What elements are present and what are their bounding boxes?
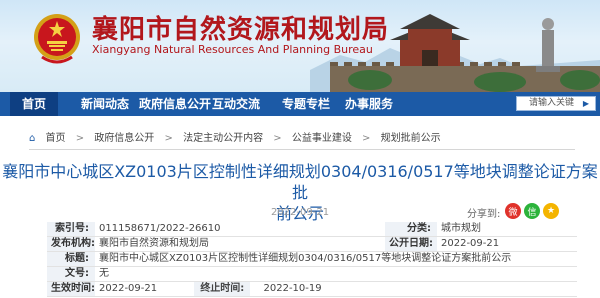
breadcrumb-separator: >: [164, 133, 173, 144]
effective-date-text: 2022-09-21: [99, 283, 158, 294]
index-label: 索引号:: [47, 222, 95, 237]
publisher-value: 襄阳市自然资源和规划局: [95, 236, 385, 252]
nav-item-info-disclosure[interactable]: 政府信息公开: [139, 92, 211, 116]
document-meta-table: 索引号: 011158671/2022-26610 分类: 城市规划 发布机构:…: [47, 222, 577, 297]
topic-label: 分类:: [385, 222, 437, 237]
doc-title-label: 标题:: [47, 251, 95, 267]
table-row: 文号: 无: [47, 266, 577, 282]
nav-item-interaction[interactable]: 互动交流: [212, 92, 260, 116]
breadcrumb-separator: >: [362, 133, 371, 144]
doc-number-label: 文号:: [47, 266, 95, 282]
expire-date-label: 终止时间:: [194, 282, 251, 296]
index-value: 011158671/2022-26610: [95, 222, 385, 237]
wechat-share-icon[interactable]: 信: [524, 203, 540, 219]
topic-value: 城市规划: [437, 222, 577, 237]
share-label: 分享到:: [467, 209, 501, 220]
publish-date-label: 公开日期:: [385, 236, 437, 252]
site-header: 襄阳市自然资源和规划局 Xiangyang Natural Resources …: [0, 0, 600, 92]
article-title-line-1: 襄阳市中心城区XZ0103片区控制性详细规划0304/0316/0517等地块调…: [2, 162, 598, 202]
search-arrow-icon[interactable]: ▶: [583, 97, 589, 110]
effective-date-label: 生效时间:: [47, 281, 95, 297]
table-row: 标题: 襄阳市中心城区XZ0103片区控制性详细规划0304/0316/0517…: [47, 251, 577, 267]
table-row: 发布机构: 襄阳市自然资源和规划局 公开日期: 2022-09-21: [47, 236, 577, 252]
nav-item-special-topics[interactable]: 专题专栏: [282, 92, 330, 116]
table-row: 生效时间: 2022-09-21 终止时间: 2022-10-19: [47, 281, 577, 297]
publisher-label: 发布机构:: [47, 236, 95, 252]
breadcrumb-separator: >: [75, 133, 85, 144]
doc-title-value: 襄阳市中心城区XZ0103片区控制性详细规划0304/0316/0517等地块调…: [95, 251, 577, 267]
nav-item-services[interactable]: 办事服务: [345, 92, 393, 116]
breadcrumb-item-info-disclosure[interactable]: 政府信息公开: [94, 133, 154, 144]
publish-date-value: 2022-09-21: [437, 236, 577, 252]
qzone-share-icon[interactable]: ★: [543, 203, 559, 219]
location-icon: ⌂: [29, 133, 36, 144]
search-input[interactable]: 请输入关键 ▶: [516, 96, 596, 111]
empty-cell: [385, 281, 577, 297]
national-emblem-icon: [34, 14, 80, 64]
weibo-share-icon[interactable]: 微: [505, 203, 521, 219]
breadcrumb-item-plan-notice[interactable]: 规划批前公示: [381, 133, 441, 144]
breadcrumb-separator: >: [273, 133, 282, 144]
table-row: 索引号: 011158671/2022-26610 分类: 城市规划: [47, 222, 577, 237]
main-nav: 首页 新闻动态 政府信息公开 互动交流 专题专栏 办事服务: [0, 92, 600, 116]
city-gate-scenery: [310, 14, 600, 92]
breadcrumb-item-statutory[interactable]: 法定主动公开内容: [183, 133, 263, 144]
breadcrumb: ⌂ 首页 > 政府信息公开 > 法定主动公开内容 > 公益事业建设 > 规划批前…: [29, 129, 448, 145]
search-placeholder: 请输入关键: [529, 98, 575, 108]
nav-item-home[interactable]: 首页: [10, 92, 59, 116]
breadcrumb-item-home[interactable]: 首页: [46, 133, 66, 144]
breadcrumb-divider: [29, 149, 575, 150]
doc-number-value: 无: [95, 266, 577, 282]
expire-date-value: 2022-10-19: [263, 283, 322, 294]
breadcrumb-item-public-welfare[interactable]: 公益事业建设: [292, 133, 352, 144]
nav-item-news[interactable]: 新闻动态: [81, 92, 129, 116]
effective-date-value: 2022-09-21 终止时间: 2022-10-19: [95, 281, 385, 297]
